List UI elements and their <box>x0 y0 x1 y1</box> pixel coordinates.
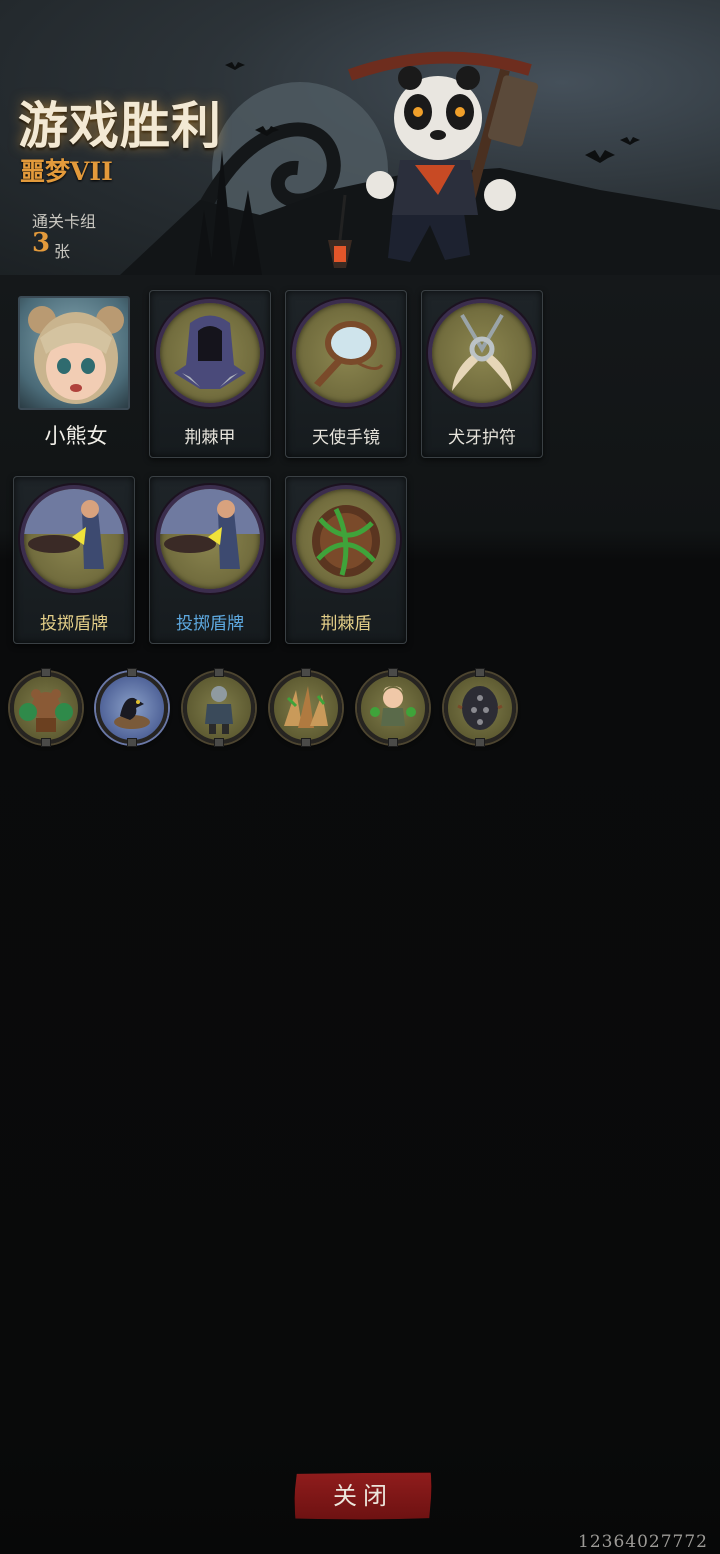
thorn-shield-icon <box>312 505 380 577</box>
card-art <box>428 299 536 407</box>
relic-slot-2[interactable] <box>96 672 168 744</box>
bear-girl-portrait-icon <box>28 306 124 404</box>
relic-pin <box>388 738 398 747</box>
card-throw-shield[interactable]: 投掷盾牌 <box>13 476 135 644</box>
shield-throw-icon <box>24 489 124 569</box>
card-thorn-armor[interactable]: 荆棘甲 <box>149 290 271 458</box>
relic-pin <box>127 668 137 677</box>
relic-pin <box>388 668 398 677</box>
relic-slot-4[interactable] <box>270 672 342 744</box>
fang-amulet-icon <box>452 313 512 391</box>
relic-pin <box>475 738 485 747</box>
relic-pin <box>41 738 51 747</box>
card-thorn-shield[interactable]: 荆棘盾 <box>285 476 407 644</box>
victory-title: 游戏胜利 <box>18 96 222 155</box>
armored-knight-relic-icon <box>205 686 233 734</box>
girl-relic-icon <box>370 686 416 726</box>
relic-pin <box>41 668 51 677</box>
hero-portrait[interactable] <box>18 296 130 410</box>
relic-slot-5[interactable] <box>357 672 429 744</box>
card-art <box>20 485 128 593</box>
card-label: 荆棘盾 <box>320 614 372 634</box>
relic-pin <box>301 668 311 677</box>
difficulty-label: 噩梦VII <box>20 157 113 186</box>
card-label: 天使手镜 <box>312 428 380 448</box>
spiked-shield-relic-icon <box>457 686 503 730</box>
relic-pin <box>475 668 485 677</box>
deck-count: 3 <box>32 228 51 258</box>
close-button[interactable]: 关闭 <box>294 1472 432 1520</box>
hero-name: 小熊女 <box>44 424 108 448</box>
build-id: 12364027772 <box>578 1532 708 1552</box>
victory-screen: 游戏胜利 噩梦VII 通关卡组 3 张 小熊女 荆棘甲 天使手镜 犬牙护符 投掷… <box>0 0 720 1554</box>
card-art <box>292 299 400 407</box>
relic-pin <box>214 738 224 747</box>
card-label: 投掷盾牌 <box>176 614 244 634</box>
relic-slot-1[interactable] <box>10 672 82 744</box>
relic-pin <box>127 738 137 747</box>
card-art <box>156 299 264 407</box>
card-art <box>156 485 264 593</box>
card-angel-mirror[interactable]: 天使手镜 <box>285 290 407 458</box>
card-art <box>292 485 400 593</box>
card-label: 投掷盾牌 <box>40 614 108 634</box>
card-throw-shield-upgraded[interactable]: 投掷盾牌 <box>149 476 271 644</box>
bear-guardian-relic-icon <box>19 689 73 732</box>
hooded-armor-icon <box>174 315 246 389</box>
deck-unit: 张 <box>54 242 71 261</box>
shield-throw-icon <box>160 489 260 569</box>
card-label: 犬牙护符 <box>448 428 516 448</box>
hand-mirror-icon <box>314 321 384 387</box>
relic-pin <box>301 738 311 747</box>
spikes-relic-icon <box>284 686 328 728</box>
victory-banner: 游戏胜利 噩梦VII 通关卡组 3 张 <box>0 0 720 275</box>
crow-nest-relic-icon <box>114 697 150 729</box>
card-fang-amulet[interactable]: 犬牙护符 <box>421 290 543 458</box>
relic-pin <box>214 668 224 677</box>
card-label: 荆棘甲 <box>184 428 236 448</box>
relic-slot-6[interactable] <box>444 672 516 744</box>
relic-slot-3[interactable] <box>183 672 255 744</box>
